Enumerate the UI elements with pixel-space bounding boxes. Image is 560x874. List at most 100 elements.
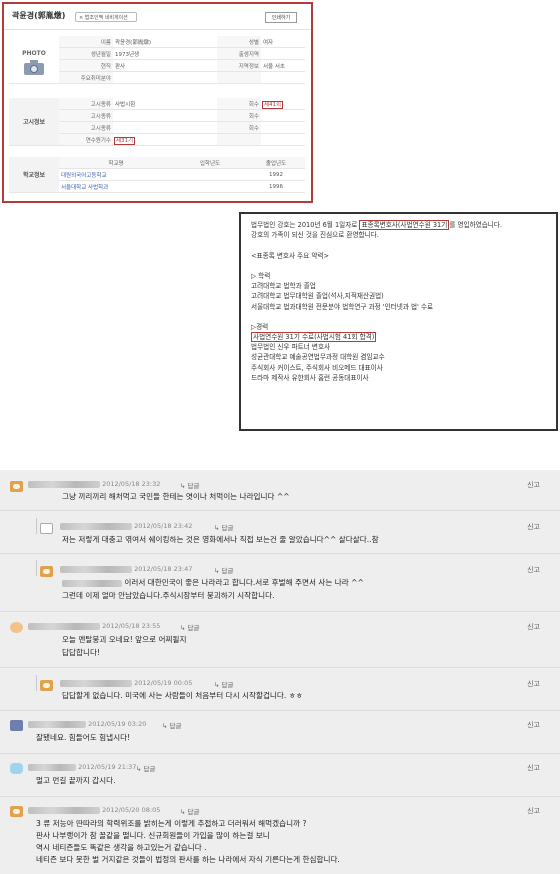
reply-link[interactable]: ↳ 답글 — [180, 806, 199, 816]
value-exam-type-2 — [113, 109, 217, 122]
report-link[interactable]: 신고 — [527, 720, 540, 730]
comment-meta: 2012/05/18 23:47 — [60, 565, 192, 573]
comment-text: 멀고 먼길 끝까지 갑시다. — [36, 776, 116, 785]
report-link[interactable]: 신고 — [527, 763, 540, 773]
blurred-username — [60, 565, 132, 573]
reply-label: 답글 — [143, 765, 156, 773]
highlight-box: 사법연수원 31기 수료(사법시험 41회 합격) — [251, 332, 377, 343]
comment-meta: 2012/05/19 00:05 — [60, 679, 192, 687]
article-gap — [251, 312, 546, 322]
article-line: <표종록 변호사 주요 약력> — [251, 251, 329, 260]
navigation-tag[interactable]: × 법조인맥 네비게이션 — [75, 12, 137, 22]
divider — [0, 553, 560, 554]
report-link[interactable]: 신고 — [527, 679, 540, 689]
comment-text: 이러서 대한민국이 좋은 나라라고 합니다.서로 후벌해 주면서 사는 나라 ^… — [62, 578, 364, 588]
reply-label: 답글 — [221, 524, 234, 532]
comment-text: 오늘 멘탈붕괴 오네요! 앞으로 어찌될지 — [62, 635, 187, 644]
comment-date: 2012/05/18 23:42 — [134, 522, 193, 530]
comment-meta: 2012/05/18 23:55 — [28, 622, 160, 630]
comment-date: 2012/05/19 03:20 — [88, 720, 147, 728]
comment-text: 역시 네티즌들도 똑같은 생각을 하고있는거 같습니다 . — [36, 843, 207, 852]
report-link[interactable]: 신고 — [527, 565, 540, 575]
reply-link[interactable]: ↳ 답글 — [162, 720, 181, 730]
comment-text: 네티즌 보다 못한 벌 거지같은 것들이 법정의 판사를 하는 나라에서 자식 … — [36, 855, 340, 864]
exam-info-table: 고시정보 고시종류 사법시험 회수 제41회 고시종류 회수 고시종류 회수 연… — [9, 98, 305, 146]
label-hobby: 주요취미분야 — [59, 71, 113, 84]
value-region: 서울 서초 — [261, 59, 305, 72]
label-empty — [217, 71, 261, 84]
label-exam-type-3: 고시종류 — [59, 121, 113, 134]
comment-meta: 2012/05/19 03:20 — [28, 720, 146, 728]
user-avatar — [40, 523, 53, 534]
comment-date: 2012/05/20 08:05 — [102, 806, 161, 814]
comment-meta: 2012/05/18 23:32 — [28, 480, 160, 488]
reply-link[interactable]: ↳ 답글 — [180, 480, 199, 490]
user-avatar — [10, 622, 23, 633]
comment-text: 잘됐네요. 힘들어도 힘냅시다! — [36, 733, 131, 742]
comment-date: 2012/05/18 23:32 — [102, 480, 161, 488]
comment-text: 3 류 저능아 딴따라의 학력위조를 밝히는게 이렇게 추접하고 더러워서 해먹… — [36, 819, 307, 828]
label-birthplace: 출생지역 — [217, 47, 261, 60]
school-name-link[interactable]: 대원외국어고등학교 — [59, 168, 173, 181]
school-entry-year — [173, 168, 247, 181]
report-link[interactable]: 신고 — [527, 806, 540, 816]
article-line: 고려대학교 법학과 졸업 — [251, 282, 316, 291]
blurred-username — [28, 763, 76, 771]
comment-text: 답답할게 없습니다. 미국에 사는 사람들이 처음부터 다시 시작할겁니다. ㅎ… — [62, 691, 303, 700]
highlight-box: 표종록변호사(사법연수원 31기 — [359, 220, 450, 230]
reply-label: 답글 — [187, 482, 200, 490]
label-region: 지역정보 — [217, 59, 261, 72]
article-line: ▷ 학력 — [251, 271, 271, 280]
blurred-username — [60, 679, 132, 687]
exam-section-label: 고시정보 — [9, 98, 59, 146]
value-exam-type: 사법시험 — [113, 98, 217, 110]
value-training-class: 제31기 — [113, 136, 136, 145]
reply-label: 답글 — [221, 681, 234, 689]
article-line: 고려대학교 법무대학원 졸업(석사,지적재산권법) — [251, 292, 384, 301]
comment-text: 저는 저렇게 대충고 엮여서 쉐이킹하는 것은 영화에서나 직접 보는건 줄 알… — [62, 535, 379, 544]
value-exam-round-2 — [261, 109, 305, 122]
value-exam-round: 제41회 — [261, 100, 284, 109]
reply-label: 답글 — [187, 808, 200, 816]
label-position: 현직 — [59, 59, 113, 72]
reply-link[interactable]: ↳ 답글 — [180, 622, 199, 632]
profile-name: 곽윤경(郭胤燉) — [12, 11, 66, 20]
divider — [0, 611, 560, 612]
report-link[interactable]: 신고 — [527, 522, 540, 532]
user-avatar — [10, 481, 23, 492]
value-birthplace — [261, 47, 305, 60]
value-empty — [261, 71, 305, 84]
comment-date: 2012/05/19 00:05 — [134, 679, 193, 687]
school-name-link[interactable]: 서울대학교 사법학과 — [59, 180, 173, 193]
comment-meta: 2012/05/19 21:37 — [28, 763, 136, 771]
value-empty-2 — [261, 133, 305, 146]
comment-date: 2012/05/18 23:55 — [102, 622, 161, 630]
value-exam-type-3 — [113, 121, 217, 134]
comment-text: 그냥 끼리끼리 해처먹고 국민들 한테는 엿이나 처먹이는 나라입니다 ^^ — [62, 492, 290, 501]
article-line: 강호의 가족이 되신 것을 진심으로 환영합니다. — [251, 231, 379, 240]
divider — [0, 510, 560, 511]
article-gap — [251, 240, 546, 250]
reply-indent — [36, 560, 37, 576]
reply-link[interactable]: ↳ 답글 — [214, 679, 233, 689]
reply-link[interactable]: ↳ 답글 — [214, 522, 233, 532]
user-avatar — [40, 680, 53, 691]
article-text: 법무법인 강호는 2010년 6월 1일자로 — [251, 221, 360, 229]
reply-link[interactable]: ↳ 답글 — [214, 565, 233, 575]
print-button[interactable]: 인쇄하기 — [265, 12, 297, 23]
reply-link[interactable]: ↳ 답글 — [136, 763, 155, 773]
report-link[interactable]: 신고 — [527, 622, 540, 632]
profile-card: 곽윤경(郭胤燉) × 법조인맥 네비게이션 인쇄하기 PHOTO 이름 곽윤경(… — [2, 2, 313, 203]
report-link[interactable]: 신고 — [527, 480, 540, 490]
reply-label: 답글 — [221, 567, 234, 575]
profile-header: 곽윤경(郭胤燉) × 법조인맥 네비게이션 인쇄하기 — [4, 4, 311, 30]
label-exam-type-2: 고시종류 — [59, 109, 113, 122]
value-name: 곽윤경(郭胤燉) — [113, 36, 217, 48]
article-line: 법무법인 강호는 2010년 6월 1일자로 표종록변호사(사법연수원 31기 를… — [251, 220, 546, 230]
value-exam-round-3 — [261, 121, 305, 134]
blurred-mention — [62, 579, 122, 587]
photo-cell: PHOTO — [9, 36, 59, 84]
camera-icon — [24, 60, 44, 75]
article-line: ▷경력 — [251, 322, 269, 331]
photo-label: PHOTO — [22, 50, 46, 57]
